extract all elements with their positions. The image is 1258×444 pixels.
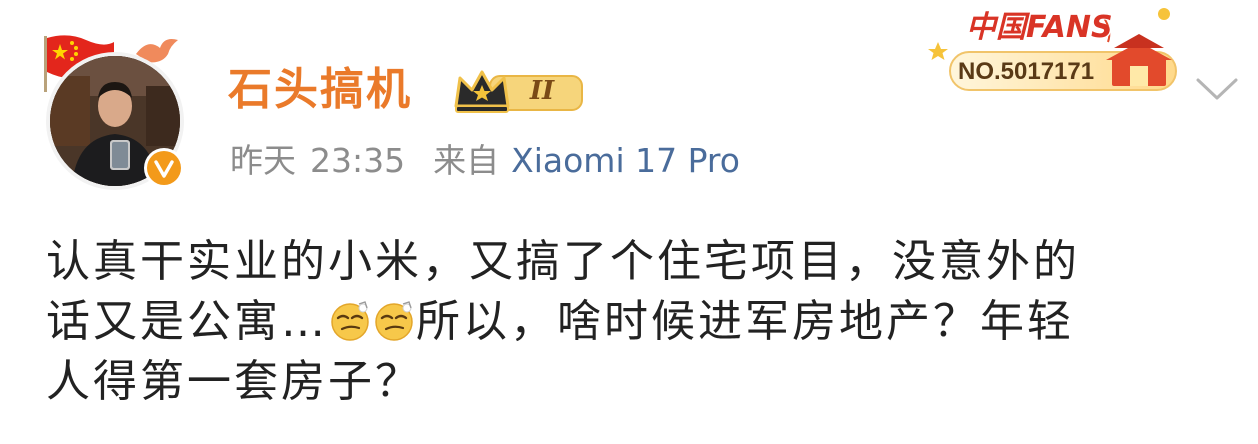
source-device[interactable]: Xiaomi 17 Pro xyxy=(511,141,740,180)
post-time: 23:35 xyxy=(310,141,406,180)
weibo-post: 石头搞机 II 昨天 23:35 来自 Xiaomi 17 Pro 中国FANS NO… xyxy=(0,0,1258,444)
post-text-segment: 话又是公寓… xyxy=(46,296,328,347)
source-label: 来自 xyxy=(433,141,500,180)
verified-badge xyxy=(144,148,184,188)
post-meta: 昨天 23:35 来自 Xiaomi 17 Pro xyxy=(230,140,740,182)
chevron-down-icon[interactable] xyxy=(1194,72,1240,108)
verified-v-icon xyxy=(154,160,174,178)
time-label: 昨天 xyxy=(230,141,296,180)
post-text-line-1: 认真干实业的小米，又搞了个住宅项目，没意外的 xyxy=(46,236,1080,287)
fans-badge-number: NO.5017171 xyxy=(958,58,1095,85)
post-content: 认真干实业的小米，又搞了个住宅项目，没意外的 话又是公寓… 所以，啥时候进军房地… xyxy=(46,232,1236,412)
doge-smirk-emoji-icon xyxy=(375,301,413,341)
author-name[interactable]: 石头搞机 xyxy=(228,54,412,126)
post-text-line-2: 话又是公寓… 所以，啥时候进军房地产？年轻 xyxy=(46,292,1236,352)
doge-smirk-emoji-icon xyxy=(331,301,369,341)
avatar-block[interactable] xyxy=(38,32,188,192)
post-text-line-3: 人得第一套房子？ xyxy=(46,356,422,407)
vip-level: II xyxy=(529,76,555,106)
fans-badge-title: 中国FANS xyxy=(966,10,1113,45)
post-text-segment: 所以，啥时候进军房地产？年轻 xyxy=(416,296,1074,347)
